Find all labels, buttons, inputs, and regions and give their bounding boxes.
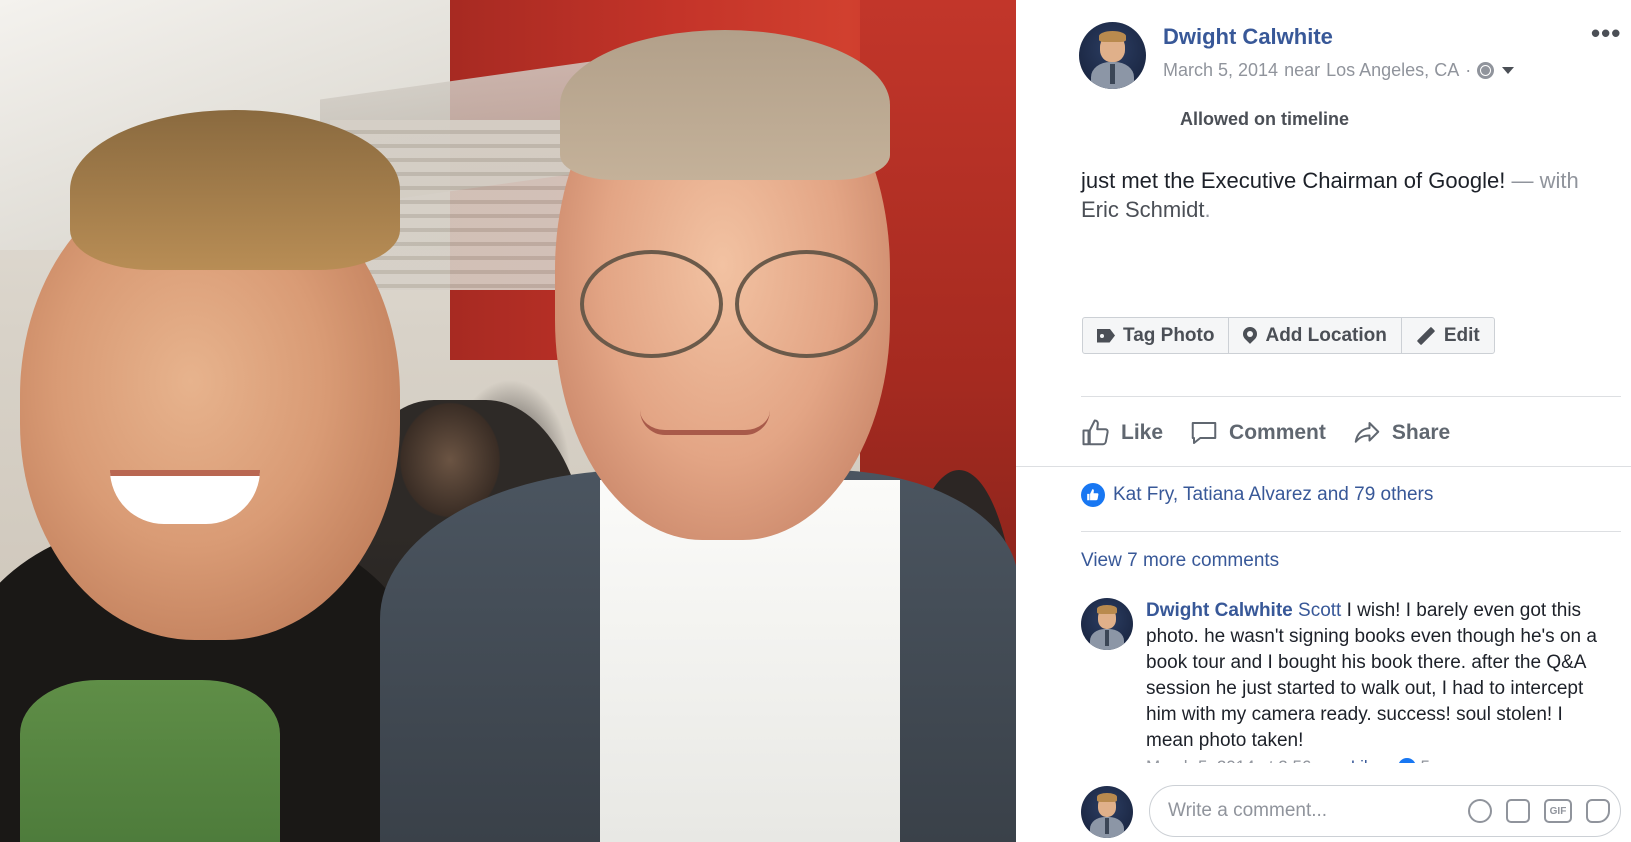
pin-icon	[1243, 327, 1257, 345]
glasses-lens-right	[735, 250, 878, 358]
divider	[1016, 466, 1631, 467]
like-reaction-icon	[1081, 483, 1105, 507]
mention-link[interactable]: Scott	[1298, 600, 1341, 621]
more-options-button[interactable]: •••	[1591, 20, 1621, 46]
divider	[1081, 396, 1621, 397]
add-location-button[interactable]: Add Location	[1228, 317, 1402, 354]
comment-like-count[interactable]: 5	[1421, 754, 1430, 763]
comment-icon	[1191, 422, 1217, 444]
person-left-hair	[70, 110, 400, 270]
comment-composer: GIF	[1149, 785, 1621, 837]
emoji-icon[interactable]	[1468, 799, 1492, 823]
edit-label: Edit	[1443, 324, 1480, 346]
post-meta: March 5, 2014 near Los Angeles, CA ·	[1163, 60, 1515, 81]
commenter-avatar[interactable]	[1081, 598, 1133, 650]
tag-photo-button[interactable]: Tag Photo	[1082, 317, 1230, 354]
likes-summary[interactable]: Kat Fry, Tatiana Alvarez and 79 others	[1081, 483, 1433, 507]
comment-body: Dwight Calwhite Scott I wish! I barely e…	[1146, 598, 1601, 763]
post-photo[interactable]	[0, 0, 1018, 842]
share-label: Share	[1391, 421, 1451, 444]
glasses-lens-left	[580, 250, 723, 358]
like-reaction-icon	[1397, 758, 1416, 763]
chevron-down-icon[interactable]	[1502, 67, 1515, 74]
tag-end: .	[1204, 197, 1211, 222]
person-right-smile	[640, 410, 770, 435]
view-more-comments-link[interactable]: View 7 more comments	[1081, 550, 1279, 572]
comment-button[interactable]: Comment	[1189, 418, 1326, 448]
person-right-hair	[560, 30, 890, 180]
gif-icon[interactable]: GIF	[1544, 799, 1572, 823]
post-date-link[interactable]: March 5, 2014	[1163, 60, 1278, 81]
with-label: — with	[1511, 168, 1579, 193]
tagged-person-link[interactable]: Eric Schmidt	[1081, 197, 1204, 222]
photo-action-buttons: Tag Photo Add Location Edit	[1082, 317, 1495, 354]
comment-text: I wish! I barely even got this photo. he…	[1146, 600, 1597, 751]
post-text: just met the Executive Chairman of Googl…	[1081, 166, 1611, 224]
tag-photo-label: Tag Photo	[1123, 324, 1215, 346]
like-label: Like	[1121, 421, 1164, 444]
share-button[interactable]: Share	[1352, 418, 1450, 448]
tag-icon	[1097, 328, 1115, 343]
edit-button[interactable]: Edit	[1400, 317, 1495, 354]
comment-item: Dwight Calwhite Scott I wish! I barely e…	[1081, 598, 1621, 763]
commenter-name-link[interactable]: Dwight Calwhite	[1146, 600, 1293, 621]
comment-timestamp-link[interactable]: March 5, 2014 at 2:56pm	[1146, 754, 1335, 763]
location-prefix: near	[1284, 60, 1321, 80]
meta-separator: ·	[1465, 60, 1472, 80]
photo-viewer[interactable]	[0, 0, 1055, 842]
post-message: just met the Executive Chairman of Googl…	[1081, 168, 1506, 193]
pencil-icon	[1416, 326, 1436, 345]
comment-like-link[interactable]: Like	[1351, 754, 1382, 763]
like-button[interactable]: Like	[1081, 418, 1163, 448]
divider	[1081, 531, 1621, 532]
location-link[interactable]: Los Angeles, CA	[1326, 60, 1459, 81]
likes-text: Kat Fry, Tatiana Alvarez and 79 others	[1113, 484, 1434, 505]
comment-meta: March 5, 2014 at 2:56pm · Like · 5	[1146, 754, 1601, 763]
globe-icon[interactable]	[1477, 62, 1495, 79]
comment-label: Comment	[1229, 421, 1326, 444]
person-left-shirt	[20, 680, 280, 842]
share-icon	[1354, 422, 1380, 443]
add-location-label: Add Location	[1265, 324, 1387, 346]
current-user-avatar	[1081, 786, 1133, 838]
timeline-status: Allowed on timeline	[1180, 109, 1350, 129]
thumbs-up-icon	[1082, 419, 1109, 446]
sticker-icon[interactable]	[1586, 799, 1610, 823]
post-action-bar: Like Comment Share	[1081, 413, 1476, 453]
comment-input[interactable]	[1166, 799, 1454, 823]
camera-icon[interactable]	[1506, 799, 1530, 823]
author-name-link[interactable]: Dwight Calwhite	[1163, 24, 1333, 50]
author-avatar[interactable]	[1079, 22, 1146, 89]
